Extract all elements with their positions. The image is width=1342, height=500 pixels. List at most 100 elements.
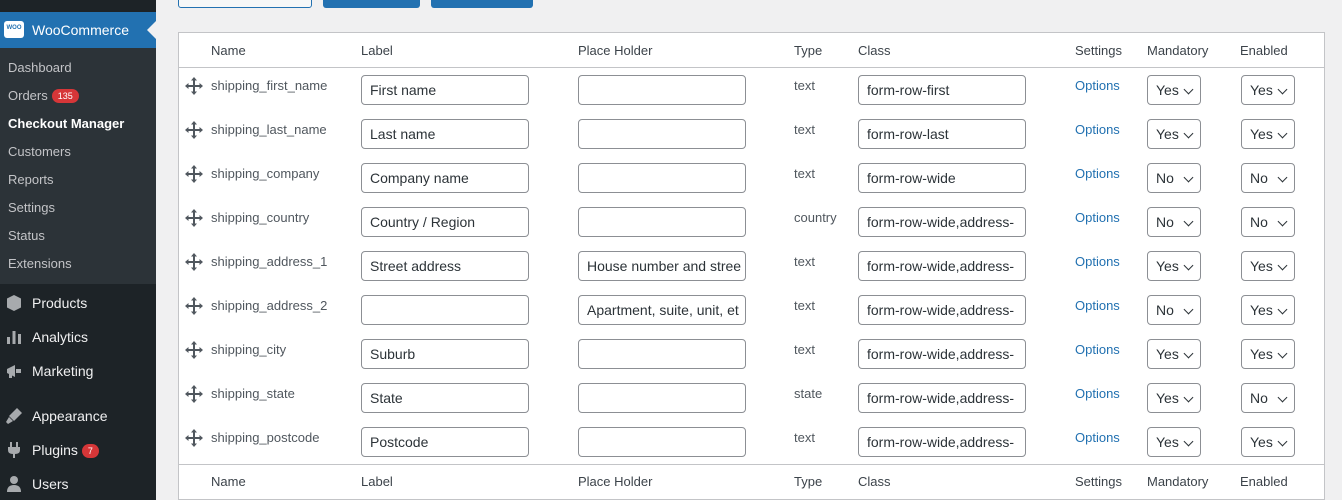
field-type: text [794,298,815,313]
drag-handle-icon[interactable] [185,121,203,139]
enabled-select[interactable]: Yes [1241,427,1295,457]
enabled-select[interactable]: Yes [1241,339,1295,369]
field-class-input[interactable]: form-row-wide [858,163,1026,193]
primary-button[interactable] [323,0,420,8]
submenu-item-status[interactable]: Status [8,228,45,243]
drag-handle-icon[interactable] [185,385,203,403]
field-type: state [794,386,823,401]
field-name: shipping_company [211,166,320,181]
enabled-select[interactable]: No [1241,163,1295,193]
drag-handle-icon[interactable] [185,77,203,95]
marketing-icon [5,362,23,380]
menu-label: Plugins 7 [32,442,99,458]
field-class-input[interactable]: form-row-wide,address- [858,427,1026,457]
menu-products[interactable]: Products [0,286,156,320]
field-class-input[interactable]: form-row-first [858,75,1026,105]
options-link[interactable]: Options [1075,430,1120,445]
options-link[interactable]: Options [1075,122,1120,137]
mandatory-select[interactable]: Yes [1147,339,1201,369]
enabled-select[interactable]: Yes [1241,119,1295,149]
primary-button-2[interactable] [431,0,533,8]
menu-woocommerce-label: WooCommerce [32,22,129,38]
menu-users[interactable]: Users [0,467,156,500]
field-class-input[interactable]: form-row-wide,address- [858,251,1026,281]
submenu-item-dashboard[interactable]: Dashboard [8,60,72,75]
drag-handle-icon[interactable] [185,209,203,227]
options-link[interactable]: Options [1075,210,1120,225]
submenu-item-reports[interactable]: Reports [8,172,54,187]
menu-analytics[interactable]: Analytics [0,320,156,354]
menu-appearance[interactable]: Appearance [0,399,156,433]
field-label-input[interactable]: State [361,383,529,413]
field-placeholder-input[interactable]: House number and stree [578,251,746,281]
enabled-select[interactable]: Yes [1241,251,1295,281]
drag-handle-icon[interactable] [185,253,203,271]
field-placeholder-input[interactable]: Apartment, suite, unit, et [578,295,746,325]
col-header-name: Name [211,43,246,58]
col-header-type: Type [794,43,823,58]
field-placeholder-input[interactable] [578,75,746,105]
drag-handle-icon[interactable] [185,297,203,315]
enabled-select[interactable]: Yes [1241,75,1295,105]
mandatory-select[interactable]: Yes [1147,427,1201,457]
mandatory-select[interactable]: Yes [1147,383,1201,413]
submenu-item-settings[interactable]: Settings [8,200,55,215]
mandatory-select[interactable]: No [1147,207,1201,237]
menu-label-text: Analytics [32,329,89,345]
menu-woocommerce[interactable]: WOO WooCommerce [0,12,156,48]
options-link[interactable]: Options [1075,342,1120,357]
field-label-input[interactable]: Street address [361,251,529,281]
drag-handle-icon[interactable] [185,165,203,183]
field-label-input[interactable]: First name [361,75,529,105]
mandatory-select[interactable]: Yes [1147,119,1201,149]
field-label-input[interactable]: Last name [361,119,529,149]
field-placeholder-input[interactable] [578,383,746,413]
mandatory-select[interactable]: Yes [1147,75,1201,105]
menu-plugins[interactable]: Plugins 7 [0,433,156,467]
field-class-input[interactable]: form-row-wide,address- [858,339,1026,369]
field-class-input[interactable]: form-row-wide,address- [858,295,1026,325]
mandatory-value: No [1156,214,1174,230]
submenu-item-label: Dashboard [8,60,72,75]
field-label-input[interactable]: Suburb [361,339,529,369]
col-header-settings: Settings [1075,43,1122,58]
options-link[interactable]: Options [1075,254,1120,269]
admin-sidebar: WOO WooCommerce Dashboard Orders 135 Checko… [0,0,156,500]
field-class-input[interactable]: form-row-last [858,119,1026,149]
mandatory-select[interactable]: No [1147,295,1201,325]
field-label-input[interactable]: Country / Region [361,207,529,237]
enabled-select[interactable]: No [1241,383,1295,413]
field-label-input[interactable]: Company name [361,163,529,193]
field-type: text [794,166,815,181]
submenu-item-orders[interactable]: Orders 135 [8,88,79,103]
mandatory-select[interactable]: No [1147,163,1201,193]
enabled-select[interactable]: No [1241,207,1295,237]
woocommerce-icon: WOO [4,21,24,38]
field-class-input[interactable]: form-row-wide,address- [858,383,1026,413]
secondary-button[interactable] [178,0,312,8]
field-placeholder-input[interactable] [578,163,746,193]
drag-handle-icon[interactable] [185,429,203,447]
options-link[interactable]: Options [1075,166,1120,181]
options-link[interactable]: Options [1075,298,1120,313]
field-placeholder-input[interactable] [578,427,746,457]
mandatory-select[interactable]: Yes [1147,251,1201,281]
field-placeholder-input[interactable] [578,119,746,149]
field-type: text [794,342,815,357]
enabled-value: No [1250,170,1268,186]
submenu-item-extensions[interactable]: Extensions [8,256,72,271]
field-class-input[interactable]: form-row-wide,address- [858,207,1026,237]
submenu-item-customers[interactable]: Customers [8,144,71,159]
field-label-input[interactable]: Postcode [361,427,529,457]
drag-handle-icon[interactable] [185,341,203,359]
submenu-item-checkout-manager[interactable]: Checkout Manager [8,116,124,131]
field-placeholder-input[interactable] [578,207,746,237]
menu-marketing[interactable]: Marketing [0,354,156,388]
field-label-input[interactable] [361,295,529,325]
orders-count-badge: 135 [51,89,79,103]
options-link[interactable]: Options [1075,386,1120,401]
options-link[interactable]: Options [1075,78,1120,93]
field-placeholder-input[interactable] [578,339,746,369]
enabled-select[interactable]: Yes [1241,295,1295,325]
col-footer-enabled: Enabled [1240,474,1288,489]
